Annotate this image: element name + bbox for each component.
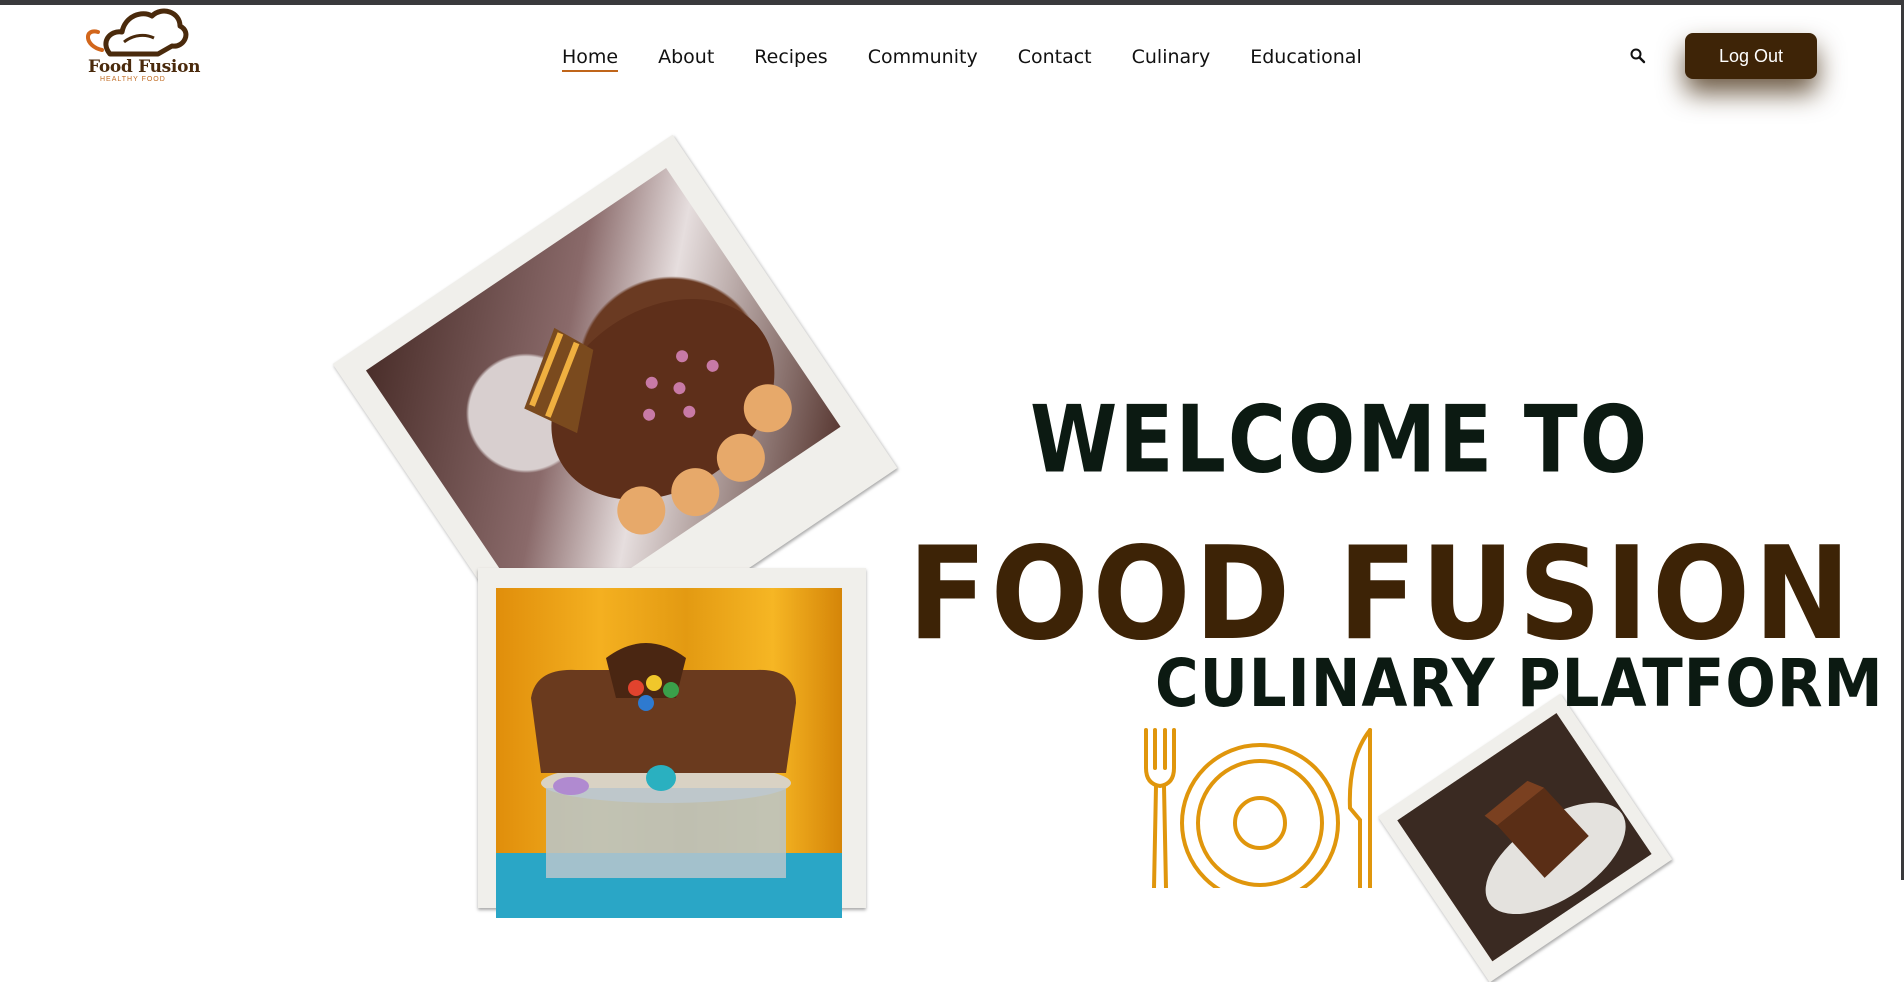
nav-home[interactable]: Home <box>562 44 619 72</box>
nav-recipes[interactable]: Recipes <box>754 44 827 72</box>
nav-contact[interactable]: Contact <box>1018 44 1092 72</box>
nav-about[interactable]: About <box>658 44 714 72</box>
polaroid-photo-brownie <box>1377 693 1673 982</box>
chocolate-cake-image <box>365 168 841 630</box>
logo-title: Food Fusion <box>88 57 201 77</box>
main-nav: Home About Recipes Community Contact Cul… <box>562 44 1402 72</box>
polaroid-photo-birthday-cake <box>478 568 866 918</box>
logout-button[interactable]: Log Out <box>1685 33 1817 79</box>
birthday-cake-image <box>496 588 842 918</box>
brownie-image <box>1397 713 1652 962</box>
fork-plate-knife-icon <box>1144 728 1372 888</box>
nav-community[interactable]: Community <box>868 44 978 72</box>
nav-educational[interactable]: Educational <box>1250 44 1362 72</box>
nav-culinary[interactable]: Culinary <box>1132 44 1211 72</box>
window-top-border <box>0 0 1904 5</box>
search-icon[interactable] <box>1628 46 1648 66</box>
hero-subtitle: CULINARY PLATFORM <box>1155 645 1884 722</box>
hero-welcome-text: WELCOME TO <box>1030 385 1650 494</box>
logo-tagline: HEALTHY FOOD <box>100 76 166 83</box>
